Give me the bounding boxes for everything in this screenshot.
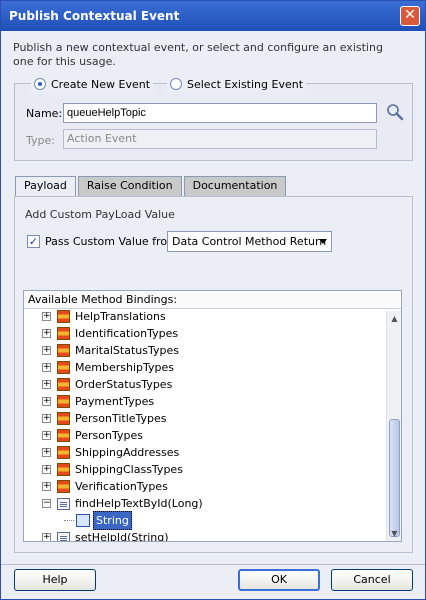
expand-icon[interactable]: + xyxy=(42,380,51,389)
tree-rows: + HelpTranslations + IdentificationTypes + Ma… xyxy=(24,308,387,542)
expand-icon[interactable]: + xyxy=(42,414,51,423)
tree-node[interactable]: + setHelpId(String) xyxy=(42,529,169,542)
pass-custom-value-label: Pass Custom Value from: xyxy=(45,235,182,248)
tree-node-label: VerificationTypes xyxy=(75,480,168,493)
dialog-window: Publish Contextual Event ✕ Publish a new… xyxy=(0,0,426,600)
expand-icon[interactable]: + xyxy=(42,431,51,440)
tree-node[interactable]: String xyxy=(64,511,132,530)
table-icon xyxy=(57,310,70,323)
table-icon xyxy=(57,378,70,391)
expand-icon[interactable]: + xyxy=(42,312,51,321)
tree-node-label: ShippingClassTypes xyxy=(75,463,183,476)
payload-heading: Add Custom PayLoad Value xyxy=(25,208,175,221)
dialog-content: Publish a new contextual event, or selec… xyxy=(1,31,425,599)
tab-documentation[interactable]: Documentation xyxy=(183,176,287,196)
create-new-event-radio[interactable]: Create New Event xyxy=(31,76,154,92)
tree-node-label: ShippingAddresses xyxy=(75,446,180,459)
table-icon xyxy=(57,463,70,476)
payload-panel: Add Custom PayLoad Value ✓ Pass Custom V… xyxy=(14,196,413,553)
scroll-up-icon[interactable]: ▲ xyxy=(389,313,400,324)
expand-icon[interactable]: + xyxy=(42,329,51,338)
tree-node[interactable]: + PersonTitleTypes xyxy=(42,410,167,427)
tree-node[interactable]: + VerificationTypes xyxy=(42,478,168,495)
name-input[interactable] xyxy=(63,103,377,123)
expand-icon[interactable]: + xyxy=(42,465,51,474)
intro-text: Publish a new contextual event, or selec… xyxy=(13,41,383,68)
source-dropdown[interactable]: Data Control Method Return xyxy=(167,231,332,252)
tree-node-label: HelpTranslations xyxy=(75,310,166,323)
divider xyxy=(1,564,425,565)
scroll-down-icon[interactable]: ▼ xyxy=(389,528,400,539)
scrollbar-thumb[interactable] xyxy=(389,419,400,537)
tree-node-label: String xyxy=(93,511,132,530)
type-field: Action Event xyxy=(63,129,377,149)
source-dropdown-value: Data Control Method Return xyxy=(172,235,327,248)
search-icon[interactable] xyxy=(386,103,404,121)
method-bindings-tree: Available Method Bindings: + HelpTranslat… xyxy=(23,290,402,542)
tree-node[interactable]: + IdentificationTypes xyxy=(42,325,178,342)
table-icon xyxy=(57,344,70,357)
table-icon xyxy=(57,412,70,425)
expand-icon[interactable]: + xyxy=(42,346,51,355)
expand-icon[interactable]: + xyxy=(42,482,51,491)
tree-node[interactable]: + ShippingClassTypes xyxy=(42,461,183,478)
collapse-icon[interactable]: − xyxy=(42,499,51,508)
tab-raise-condition[interactable]: Raise Condition xyxy=(77,176,182,196)
tree-node[interactable]: + PersonTypes xyxy=(42,427,143,444)
table-icon xyxy=(57,480,70,493)
tree-node-label: PersonTypes xyxy=(75,429,143,442)
expand-icon[interactable]: + xyxy=(42,397,51,406)
tree-node-label: MaritalStatusTypes xyxy=(75,344,179,357)
tree-node-label: findHelpTextById(Long) xyxy=(75,497,203,510)
tree-node[interactable]: + OrderStatusTypes xyxy=(42,376,172,393)
checkbox-checked-icon: ✓ xyxy=(27,235,40,248)
table-icon xyxy=(57,395,70,408)
event-mode-group: Create New Event Select Existing Event N… xyxy=(14,76,413,161)
bindings-header: Available Method Bindings: xyxy=(24,291,401,309)
tab-payload[interactable]: Payload xyxy=(15,176,76,197)
select-existing-event-label: Select Existing Event xyxy=(187,77,304,91)
radio-unselected-icon xyxy=(170,78,182,90)
tree-node[interactable]: + HelpTranslations xyxy=(42,308,166,325)
help-button[interactable]: Help xyxy=(14,569,96,591)
tree-node-label: MembershipTypes xyxy=(75,361,174,374)
select-existing-event-radio[interactable]: Select Existing Event xyxy=(167,76,307,92)
tree-node-label: setHelpId(String) xyxy=(75,531,169,542)
table-icon xyxy=(57,429,70,442)
tree-node-label: OrderStatusTypes xyxy=(75,378,173,391)
tree-node[interactable]: + PaymentTypes xyxy=(42,393,154,410)
dialog-title: Publish Contextual Event xyxy=(9,9,180,23)
expand-icon[interactable]: + xyxy=(42,533,51,541)
tree-node-label: PersonTitleTypes xyxy=(75,412,167,425)
name-label: Name: xyxy=(26,107,63,120)
tab-strip: Payload Raise Condition Documentation xyxy=(15,176,288,197)
tree-connector xyxy=(64,520,74,521)
pass-custom-value-checkbox[interactable]: ✓ Pass Custom Value from: xyxy=(27,235,182,248)
tree-node[interactable]: − findHelpTextById(Long) xyxy=(42,495,203,512)
create-new-event-label: Create New Event xyxy=(51,77,151,91)
expand-icon[interactable]: + xyxy=(42,448,51,457)
vertical-scrollbar[interactable]: ▲ ▼ xyxy=(386,311,401,541)
table-icon xyxy=(57,446,70,459)
cancel-button[interactable]: Cancel xyxy=(331,569,413,591)
title-bar[interactable]: Publish Contextual Event ✕ xyxy=(1,1,425,31)
radio-selected-icon xyxy=(34,78,46,90)
tree-node-label: PaymentTypes xyxy=(75,395,155,408)
method-icon xyxy=(57,531,70,541)
chevron-down-icon xyxy=(319,239,327,244)
table-icon xyxy=(57,361,70,374)
expand-icon[interactable]: + xyxy=(42,363,51,372)
type-label: Type: xyxy=(26,134,55,147)
return-param-icon xyxy=(76,514,90,527)
tree-node-label: IdentificationTypes xyxy=(75,327,179,340)
tree-node[interactable]: + MembershipTypes xyxy=(42,359,174,376)
tree-node[interactable]: + MaritalStatusTypes xyxy=(42,342,179,359)
close-icon[interactable]: ✕ xyxy=(400,6,420,26)
ok-button[interactable]: OK xyxy=(238,569,320,591)
method-icon xyxy=(57,497,70,510)
tree-node[interactable]: + ShippingAddresses xyxy=(42,444,179,461)
table-icon xyxy=(57,327,70,340)
